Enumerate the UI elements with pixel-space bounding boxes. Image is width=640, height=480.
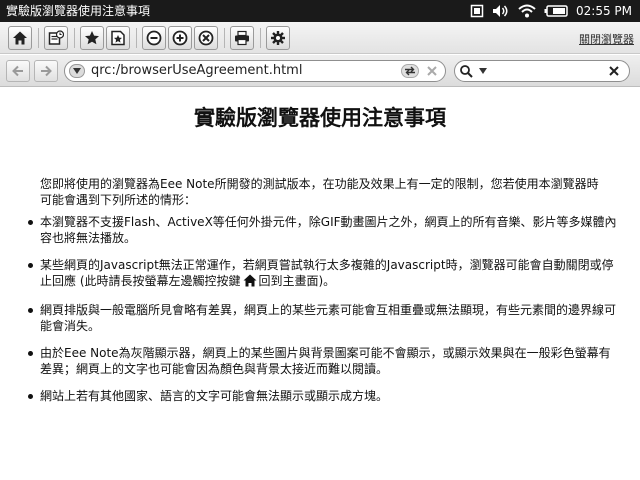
- stop-button[interactable]: [425, 64, 439, 78]
- wifi-icon[interactable]: [518, 0, 536, 22]
- window-title: 實驗版瀏覽器使用注意事項: [6, 4, 151, 18]
- chevron-down-icon: [73, 68, 81, 74]
- system-tray: 02:55 PM: [470, 0, 640, 22]
- search-clear-button[interactable]: [607, 64, 621, 78]
- back-button[interactable]: [6, 60, 30, 82]
- bookmark-button[interactable]: [80, 26, 104, 50]
- toolbar: 關閉瀏覽器: [0, 22, 640, 54]
- toolbar-divider: [74, 28, 75, 48]
- status-bar: 實驗版瀏覽器使用注意事項 02:55 PM: [0, 0, 640, 22]
- zoom-in-icon: [172, 30, 188, 46]
- list-item: 由於Eee Note為灰階顯示器，網頁上的某些圖片與背景圖案可能不會顯示，或顯示…: [28, 345, 620, 377]
- page-title: 實驗版瀏覽器使用注意事項: [194, 106, 446, 130]
- forward-arrow-icon: [41, 65, 52, 77]
- zoom-out-button[interactable]: [142, 26, 166, 50]
- add-bookmark-icon: [111, 30, 125, 46]
- zoom-out-icon: [146, 30, 162, 46]
- list-item: 網頁排版與一般電腦所見會略有差異，網頁上的某些元素可能會互相重疊或無法顯現，有些…: [28, 302, 620, 334]
- reload-icon: [405, 66, 415, 76]
- url-text[interactable]: qrc:/browserUseAgreement.html: [91, 63, 302, 79]
- list-item: 本瀏覽器不支援Flash、ActiveX等任何外掛元件，除GIF動畫圖片之外，網…: [28, 214, 620, 246]
- list-item-text: 回到主畫面)。: [258, 274, 336, 288]
- reload-button[interactable]: [401, 64, 419, 78]
- url-field[interactable]: qrc:/browserUseAgreement.html: [64, 60, 446, 82]
- toolbar-divider: [224, 28, 225, 48]
- list-item: 某些網頁的Javascript無法正常運作，若網頁嘗試執行太多複雜的Javasc…: [28, 257, 620, 291]
- list-item: 網站上若有其他國家、語言的文字可能會無法顯示或顯示成方塊。: [28, 388, 620, 404]
- toolbar-divider: [136, 28, 137, 48]
- add-bookmark-button[interactable]: [106, 26, 130, 50]
- toolbar-divider: [260, 28, 261, 48]
- navigation-bar: qrc:/browserUseAgreement.html: [0, 55, 640, 87]
- notice-list: 本瀏覽器不支援Flash、ActiveX等任何外掛元件，除GIF動畫圖片之外，網…: [28, 214, 620, 415]
- clock: 02:55 PM: [576, 4, 632, 18]
- history-icon: [48, 30, 64, 45]
- back-arrow-icon: [12, 65, 23, 77]
- volume-icon[interactable]: [492, 0, 510, 22]
- history-button[interactable]: [44, 26, 68, 50]
- battery-icon[interactable]: [544, 0, 568, 22]
- home-button[interactable]: [8, 26, 32, 50]
- forward-button[interactable]: [34, 60, 58, 82]
- search-field[interactable]: [454, 60, 630, 82]
- home-icon: [243, 274, 257, 291]
- zoom-in-button[interactable]: [168, 26, 192, 50]
- url-history-dropdown[interactable]: [69, 64, 85, 78]
- settings-icon: [271, 31, 285, 45]
- zoom-reset-button[interactable]: [194, 26, 218, 50]
- print-button[interactable]: [230, 26, 254, 50]
- intro-paragraph: 您即將使用的瀏覽器為Eee Note所開發的測試版本，在功能及效果上有一定的限制…: [40, 177, 599, 207]
- search-icon: [460, 65, 473, 78]
- close-icon: [609, 66, 619, 76]
- search-engine-dropdown[interactable]: [459, 64, 491, 78]
- print-icon: [235, 30, 249, 46]
- chevron-down-icon: [479, 68, 487, 74]
- bookmark-icon: [85, 31, 99, 45]
- toolbar-divider: [38, 28, 39, 48]
- home-icon: [13, 31, 27, 45]
- settings-button[interactable]: [266, 26, 290, 50]
- page-content: 實驗版瀏覽器使用注意事項 您即將使用的瀏覽器為Eee Note所開發的測試版本，…: [0, 88, 640, 480]
- close-browser-link[interactable]: 關閉瀏覽器: [579, 31, 634, 47]
- tablet-icon[interactable]: [470, 0, 484, 22]
- zoom-reset-icon: [198, 30, 214, 46]
- close-icon: [427, 66, 437, 76]
